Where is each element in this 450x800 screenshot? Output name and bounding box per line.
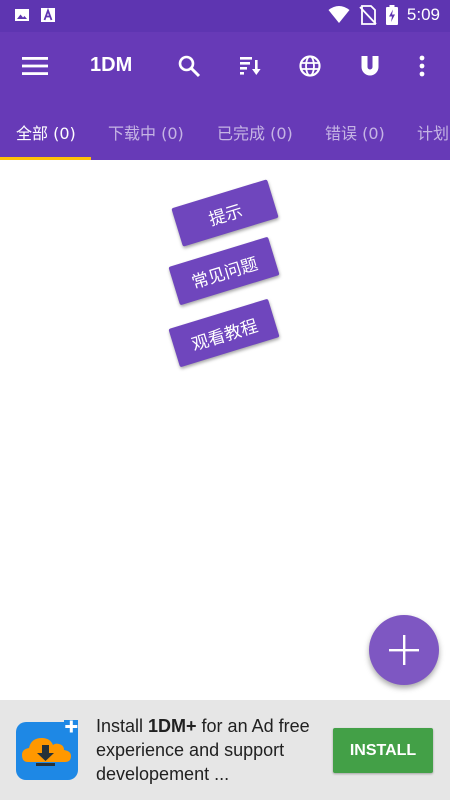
tab-completed[interactable]: 已完成 (0) [217, 120, 293, 144]
ad-text-prefix: Install [96, 716, 149, 736]
tab-scheduled[interactable]: 计划 [417, 120, 449, 144]
status-bar: 5:09 [0, 0, 450, 32]
globe-icon [299, 55, 321, 77]
search-icon [178, 55, 201, 78]
add-download-button[interactable] [369, 615, 439, 685]
search-button[interactable] [175, 52, 203, 80]
a-icon [41, 7, 55, 22]
magnet-icon [361, 56, 379, 76]
tab-error[interactable]: 错误 (0) [325, 120, 385, 144]
tab-bar: 全部 (0) 下载中 (0) 已完成 (0) 错误 (0) 计划 [0, 100, 450, 160]
install-button[interactable]: INSTALL [333, 728, 433, 773]
menu-icon[interactable] [22, 54, 48, 78]
faq-button[interactable]: 常见问题 [168, 236, 280, 306]
app-title: 1DM [90, 54, 133, 76]
tips-button[interactable]: 提示 [171, 179, 279, 247]
no-sim-icon [359, 5, 377, 25]
sort-icon [240, 57, 261, 75]
tab-indicator [0, 157, 91, 160]
tutorial-button[interactable]: 观看教程 [168, 298, 280, 368]
battery-charging-icon [385, 5, 398, 25]
ad-brand: 1DM+ [148, 716, 197, 736]
more-button[interactable] [408, 52, 436, 80]
plus-icon [389, 635, 419, 665]
status-time: 5:09 [406, 5, 440, 24]
browser-button[interactable] [296, 52, 324, 80]
tab-all[interactable]: 全部 (0) [16, 120, 76, 144]
image-icon [15, 9, 29, 21]
magnet-button[interactable] [356, 52, 384, 80]
tab-downloading[interactable]: 下载中 (0) [108, 120, 184, 144]
ad-text: Install 1DM+ for an Ad free experience a… [96, 714, 326, 786]
more-vertical-icon [419, 55, 425, 77]
app-bar: 1DM [0, 32, 450, 100]
wifi-icon [328, 6, 350, 23]
app-logo-icon[interactable] [14, 718, 80, 782]
sort-button[interactable] [236, 52, 264, 80]
